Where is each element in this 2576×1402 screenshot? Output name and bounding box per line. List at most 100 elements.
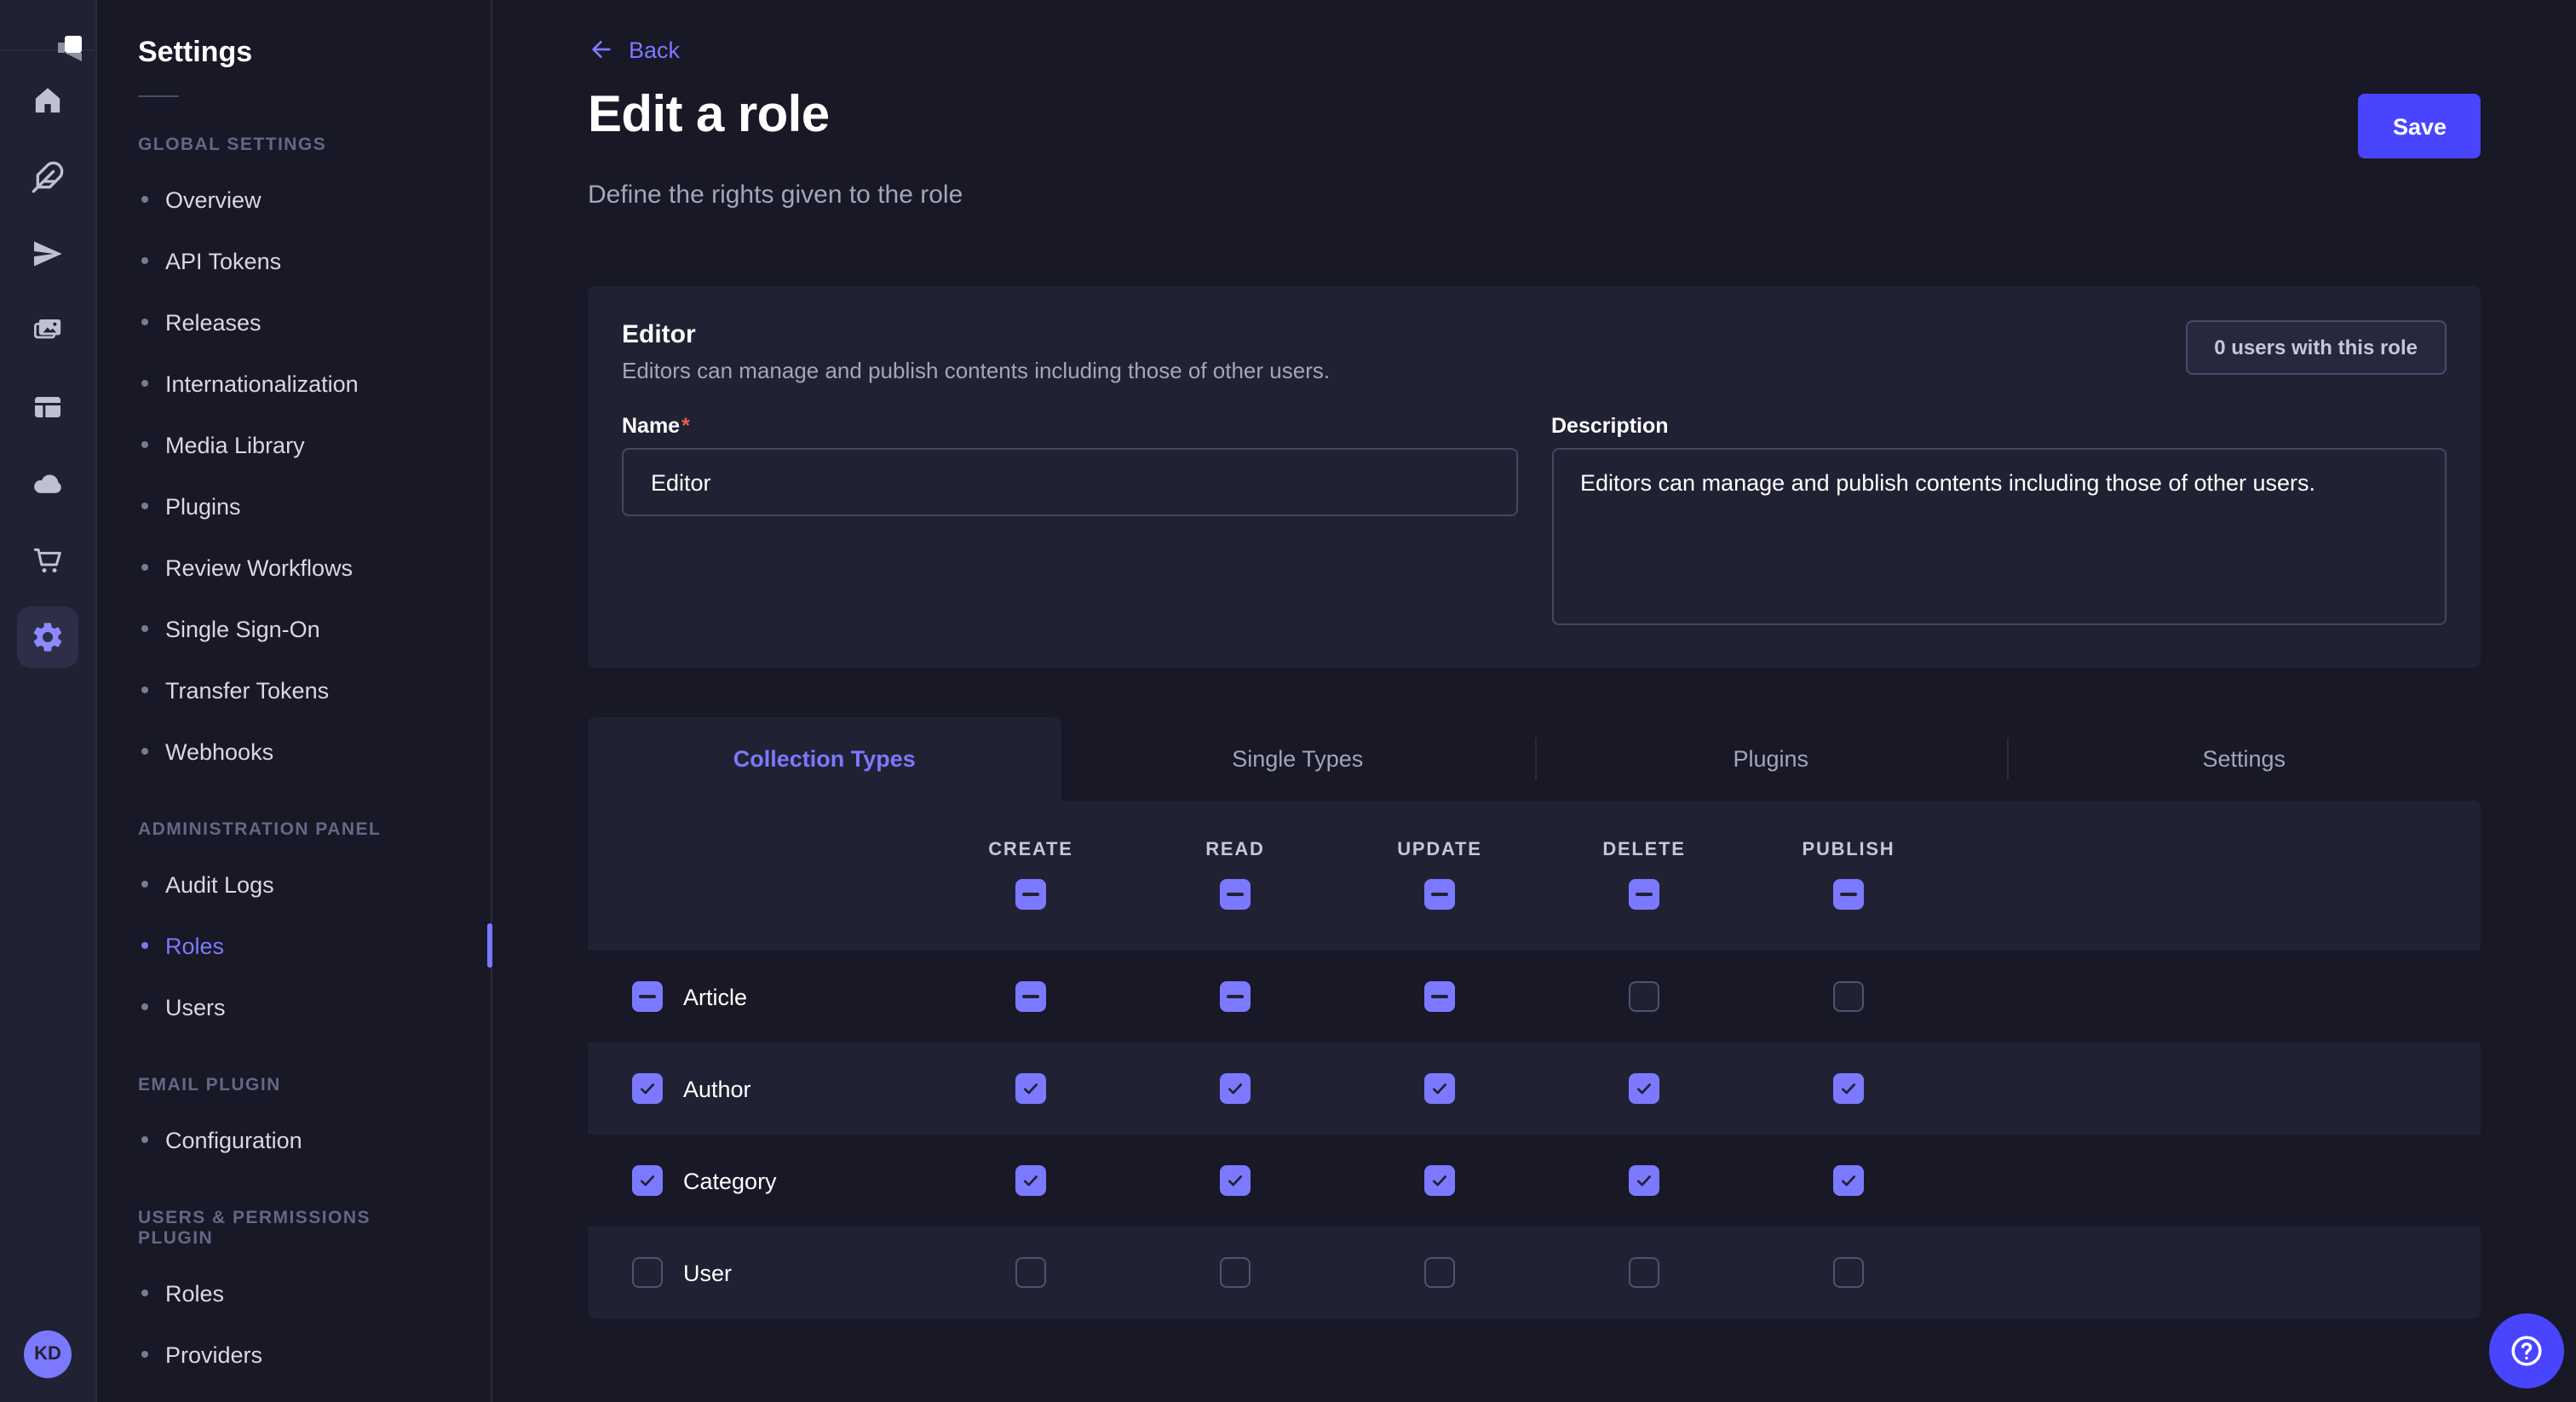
rail-button-feather[interactable] [17,147,78,208]
author-delete-checkbox[interactable] [1629,1073,1659,1104]
category-delete-checkbox[interactable] [1629,1165,1659,1196]
perm-cell [1133,1165,1337,1196]
perm-cell [1746,1073,1951,1104]
article-delete-checkbox[interactable] [1629,981,1659,1012]
sidebar-section-administration-panel: ADMINISTRATION PANELAudit LogsRolesUsers [97,819,491,1037]
sidebar-item-providers[interactable]: Providers [97,1324,491,1385]
bullet-icon [141,319,148,325]
perm-column-delete: DELETE [1542,801,1746,951]
tab-label: Single Types [1232,746,1363,772]
user-create-checkbox[interactable] [1015,1257,1046,1288]
tab-settings[interactable]: Settings [2008,717,2481,801]
sidebar-item-webhooks[interactable]: Webhooks [97,721,491,782]
author-read-checkbox[interactable] [1220,1073,1251,1104]
article-read-checkbox[interactable] [1220,981,1251,1012]
help-button[interactable] [2489,1313,2564,1388]
sidebar-item-transfer-tokens[interactable]: Transfer Tokens [97,659,491,721]
sidebar-item-api-tokens[interactable]: API Tokens [97,230,491,291]
role-details-card: Editor Editors can manage and publish co… [588,286,2481,668]
rail-button-gear[interactable] [17,606,78,668]
user-read-checkbox[interactable] [1220,1257,1251,1288]
sidebar-item-review-workflows[interactable]: Review Workflows [97,537,491,598]
category-read-checkbox[interactable] [1220,1165,1251,1196]
author-create-checkbox[interactable] [1015,1073,1046,1104]
arrow-left-icon [588,36,615,63]
user-avatar[interactable]: KD [24,1330,72,1378]
back-link[interactable]: Back [588,36,680,63]
sidebar-item-audit-logs[interactable]: Audit Logs [97,853,491,915]
perm-cell [929,1257,1133,1288]
rail-button-paper-plane[interactable] [17,223,78,284]
author-row-checkbox[interactable] [632,1073,663,1104]
perm-cell [1542,1165,1746,1196]
users-with-role-button[interactable]: 0 users with this role [2185,320,2447,375]
article-row-checkbox[interactable] [632,981,663,1012]
tab-plugins[interactable]: Plugins [1534,717,2008,801]
sidebar-item-label: API Tokens [165,248,281,273]
select-all-read-checkbox[interactable] [1220,879,1251,910]
required-asterisk: * [681,414,690,438]
user-publish-checkbox[interactable] [1833,1257,1864,1288]
author-update-checkbox[interactable] [1424,1073,1455,1104]
bullet-icon [141,625,148,632]
user-update-checkbox[interactable] [1424,1257,1455,1288]
description-field-group: Description Editors can manage and publi… [1551,414,2447,634]
tab-collection-types[interactable]: Collection Types [588,717,1061,801]
perm-row-label: Article [683,984,747,1009]
sidebar-item-roles[interactable]: Roles [97,915,491,976]
tab-label: Settings [2202,746,2286,772]
sidebar-item-users[interactable]: Users [97,976,491,1037]
select-all-update-checkbox[interactable] [1424,879,1455,910]
check-icon [1838,1078,1859,1099]
sidebar-item-single-sign-on[interactable]: Single Sign-On [97,598,491,659]
indeterminate-dash-icon [1022,995,1039,999]
perm-cell [929,1165,1133,1196]
rail-button-media-library[interactable] [17,300,78,361]
bullet-icon [141,687,148,693]
article-publish-checkbox[interactable] [1833,981,1864,1012]
sidebar-item-configuration[interactable]: Configuration [97,1109,491,1170]
perm-column-update: UPDATE [1337,801,1542,951]
sidebar-item-releases[interactable]: Releases [97,291,491,353]
user-delete-checkbox[interactable] [1629,1257,1659,1288]
sidebar-item-media-library[interactable]: Media Library [97,414,491,475]
rail-button-cart[interactable] [17,530,78,591]
sidebar-item-internationalization[interactable]: Internationalization [97,353,491,414]
perm-row-user: User [588,1227,2481,1319]
perm-row-name: Article [588,981,929,1012]
indeterminate-dash-icon [1227,995,1244,999]
perm-cell [1542,1257,1746,1288]
permissions-header-row: CREATEREADUPDATEDELETEPUBLISH [588,801,2481,951]
check-icon [1429,1078,1450,1099]
save-button[interactable]: Save [2359,94,2481,158]
description-input[interactable]: Editors can manage and publish contents … [1551,448,2447,625]
sidebar-item-label: Single Sign-On [165,616,320,641]
bullet-icon [141,380,148,387]
rail-button-layout[interactable] [17,376,78,438]
category-update-checkbox[interactable] [1424,1165,1455,1196]
sidebar-item-roles[interactable]: Roles [97,1262,491,1324]
perm-column-publish: PUBLISH [1746,801,1951,951]
select-all-create-checkbox[interactable] [1015,879,1046,910]
category-create-checkbox[interactable] [1015,1165,1046,1196]
select-all-publish-checkbox[interactable] [1833,879,1864,910]
article-create-checkbox[interactable] [1015,981,1046,1012]
author-publish-checkbox[interactable] [1833,1073,1864,1104]
rail-button-cloud[interactable] [17,453,78,514]
select-all-delete-checkbox[interactable] [1629,879,1659,910]
perm-cell [1133,1257,1337,1288]
sidebar-item-plugins[interactable]: Plugins [97,475,491,537]
article-update-checkbox[interactable] [1424,981,1455,1012]
user-row-checkbox[interactable] [632,1257,663,1288]
perm-column-read: READ [1133,801,1337,951]
name-input[interactable] [622,448,1517,516]
rail-button-home[interactable] [17,70,78,131]
sidebar-item-overview[interactable]: Overview [97,169,491,230]
tab-single-types[interactable]: Single Types [1061,717,1535,801]
category-row-checkbox[interactable] [632,1165,663,1196]
role-description-text: Editors can manage and publish contents … [622,358,1330,383]
perm-cell [1133,981,1337,1012]
indeterminate-dash-icon [1227,893,1244,897]
category-publish-checkbox[interactable] [1833,1165,1864,1196]
sidebar-item-label: Providers [165,1342,262,1367]
